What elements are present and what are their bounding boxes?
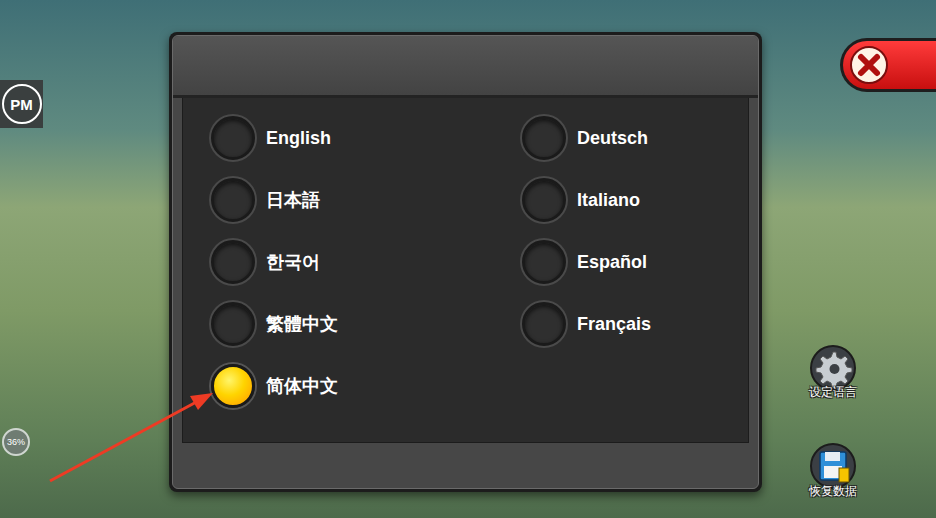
language-radio[interactable]	[522, 302, 566, 346]
language-radio[interactable]	[211, 116, 255, 160]
language-label: 日本語	[266, 187, 320, 214]
restore-data-button[interactable]: 恢复数据	[796, 443, 870, 497]
language-option[interactable]: 日本語	[211, 169, 522, 231]
language-label: 한국어	[266, 249, 320, 276]
gear-icon	[809, 344, 857, 392]
language-radio[interactable]	[211, 240, 255, 284]
language-radio[interactable]	[522, 240, 566, 284]
language-label: 繁體中文	[266, 311, 338, 338]
language-label: Italiano	[577, 187, 640, 214]
close-icon	[849, 45, 889, 85]
language-option[interactable]: Español	[522, 231, 748, 293]
language-radio[interactable]	[211, 302, 255, 346]
language-radio[interactable]	[522, 178, 566, 222]
language-option[interactable]: Français	[522, 293, 748, 355]
progress-label: 36%	[7, 438, 25, 447]
annotation-arrow-icon	[0, 0, 936, 518]
language-option[interactable]: 한국어	[211, 231, 522, 293]
dialog-header	[173, 36, 758, 98]
language-dialog: English 日本語 한국어 繁體中文简体中文 Deutsch Italiano Espa…	[169, 32, 762, 492]
close-button[interactable]	[840, 38, 936, 92]
pm-label: PM	[10, 97, 33, 112]
language-option[interactable]: 繁體中文	[211, 293, 522, 355]
language-radio[interactable]	[211, 364, 255, 408]
language-radio[interactable]	[522, 116, 566, 160]
set-language-label: 设定语言	[809, 386, 857, 398]
language-label: Deutsch	[577, 125, 648, 152]
progress-indicator: 36%	[2, 428, 30, 456]
pm-badge[interactable]: PM	[0, 80, 43, 128]
language-radio[interactable]	[211, 178, 255, 222]
language-label: Español	[577, 249, 647, 276]
game-screen: PM 36% English 日本語 한국어 繁體中文简体中文 Deutsch Itali…	[0, 0, 936, 518]
language-option[interactable]: 简体中文	[211, 355, 522, 417]
language-list: English 日本語 한국어 繁體中文简体中文 Deutsch Italiano Espa…	[182, 98, 749, 443]
language-label: Français	[577, 311, 651, 338]
language-option[interactable]: Deutsch	[522, 107, 748, 169]
save-icon	[809, 443, 857, 489]
language-option[interactable]: Italiano	[522, 169, 748, 231]
language-label: English	[266, 125, 331, 152]
language-label: 简体中文	[266, 373, 338, 400]
set-language-button[interactable]: 设定语言	[796, 344, 870, 398]
language-option[interactable]: English	[211, 107, 522, 169]
restore-data-label: 恢复数据	[809, 485, 857, 497]
dialog-footer	[182, 443, 749, 488]
